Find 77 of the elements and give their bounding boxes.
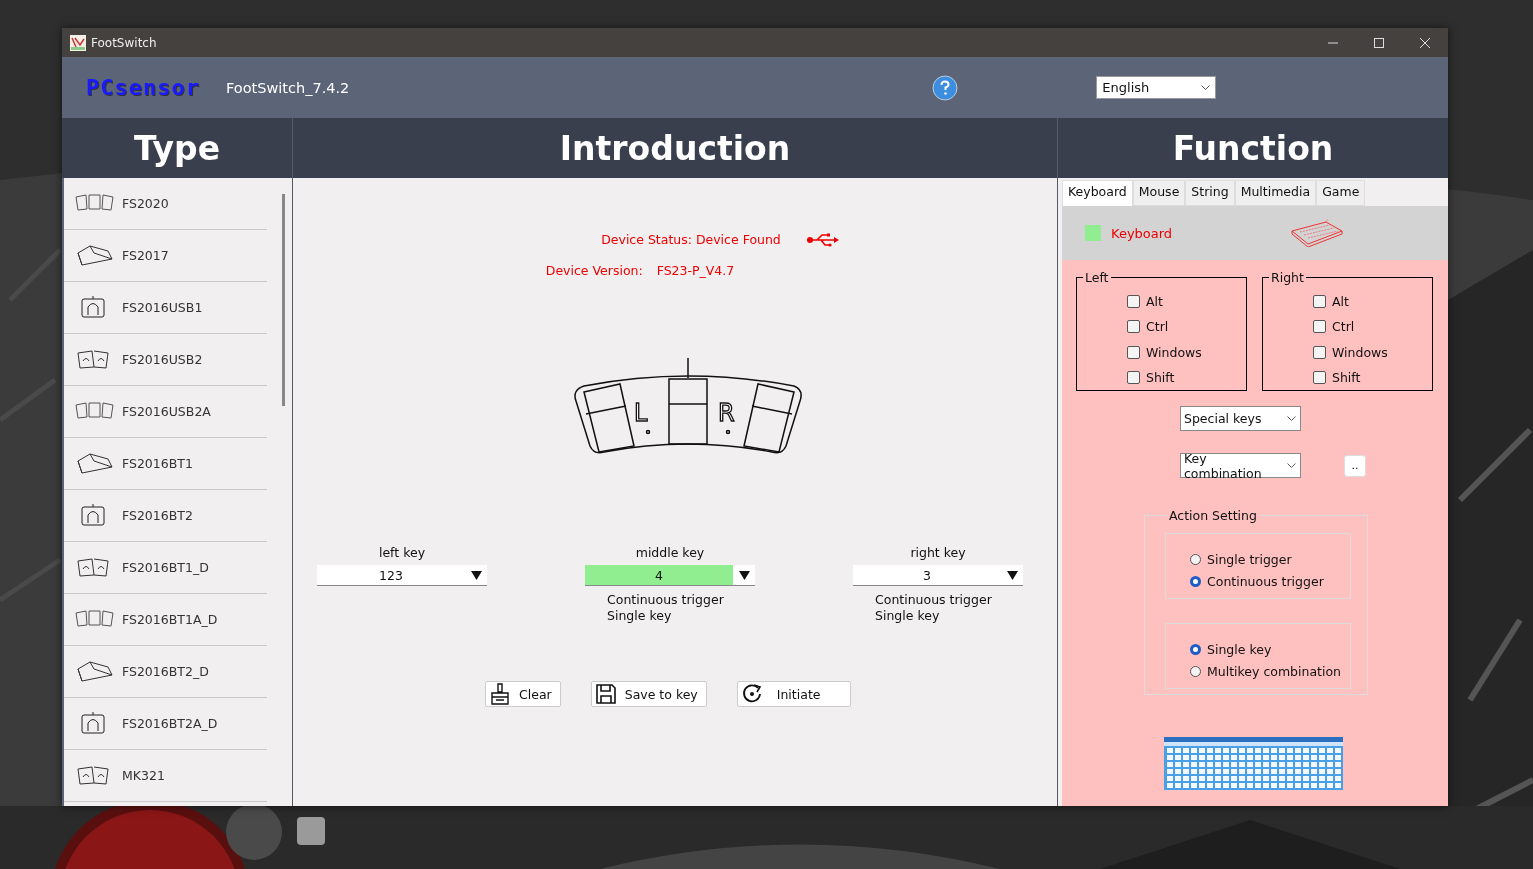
key-setting-text: Single key [875, 608, 941, 624]
refresh-icon [740, 683, 763, 705]
device-type-item[interactable]: FS2016BT1_D [64, 542, 267, 594]
checkbox[interactable]: Ctrl [1313, 314, 1432, 340]
key-setting-text: Continuous trigger [607, 592, 724, 608]
device-type-item[interactable]: FS2016USB2A [64, 386, 267, 438]
group-label: Left [1084, 270, 1110, 285]
initiate-button[interactable]: Initiate [736, 681, 851, 707]
key-label: left key [378, 545, 426, 560]
checkbox[interactable]: Shift [1313, 364, 1432, 390]
key-dropdown[interactable]: 3 [853, 565, 1023, 586]
device-status: Device Status: Device Found [601, 232, 781, 247]
device-type-item[interactable]: FS2017 [64, 230, 267, 282]
clear-button[interactable]: Clear [485, 681, 561, 707]
group-label: Right [1270, 270, 1305, 285]
tab[interactable]: String [1185, 180, 1235, 206]
checkbox[interactable]: Alt [1127, 289, 1246, 315]
device-type-item[interactable]: FS2016BT2 [64, 490, 267, 542]
version-label: Device Version: [545, 263, 643, 278]
help-icon[interactable] [932, 74, 959, 101]
device-type-item[interactable]: FS2016BT2A_D [64, 698, 267, 750]
panel-title: Keyboard [1111, 225, 1173, 241]
radio-button[interactable]: Multikey combination [1190, 660, 1350, 682]
chevron-icon [1287, 462, 1296, 469]
key-dropdown[interactable]: 4 [585, 565, 755, 586]
pedal-letter: R [718, 399, 735, 427]
save-button[interactable]: Save to key [590, 681, 707, 707]
app-icon [70, 34, 86, 51]
device-type-item[interactable]: FS2016BT1A_D [64, 594, 267, 646]
app-version: FootSwitch_7.4.2 [225, 79, 350, 96]
tab[interactable]: Keyboard [1062, 180, 1133, 206]
key-label: middle key [635, 545, 705, 560]
brush-icon [489, 683, 511, 705]
device-type-item[interactable]: FS2016BT2_D [64, 646, 267, 698]
radio-button[interactable]: Single trigger [1190, 548, 1350, 570]
logo: PCsensor [85, 75, 201, 100]
key-setting-text: Single key [607, 608, 673, 624]
window-title: FootSwitch [91, 35, 158, 50]
pedal-letter: L [634, 399, 648, 427]
column-title: Type [133, 128, 221, 168]
keyboard-icon [1290, 219, 1345, 247]
checkbox[interactable]: Windows [1127, 339, 1246, 365]
save-icon [594, 683, 617, 705]
checkbox[interactable]: Ctrl [1127, 314, 1246, 340]
special-keys-dropdown[interactable]: Special keys [1180, 406, 1301, 431]
key-setting-text: Continuous trigger [875, 592, 992, 608]
key-label: right key [910, 545, 966, 560]
checkbox[interactable]: Alt [1313, 289, 1432, 315]
group-label: Action Setting [1168, 508, 1258, 523]
column-title: Function [1172, 128, 1334, 168]
device-type-item[interactable]: FS2016USB1 [64, 282, 267, 334]
radio-button[interactable]: Single key [1190, 638, 1350, 660]
device-type-item[interactable]: MK321 [64, 750, 267, 802]
tab[interactable]: Mouse [1132, 180, 1186, 206]
status-square [1085, 225, 1101, 241]
tab[interactable]: Multimedia [1234, 180, 1317, 206]
key-dropdown[interactable]: 123 [317, 565, 487, 586]
scrollbar[interactable] [282, 194, 285, 406]
tab[interactable]: Game [1316, 180, 1366, 206]
language-dropdown[interactable]: English [1096, 76, 1217, 99]
device-version: FS23-P_V4.7 [656, 263, 735, 278]
on-screen-keyboard-icon[interactable] [1164, 737, 1343, 790]
checkbox[interactable]: Windows [1313, 339, 1432, 365]
column-title: Introduction [559, 128, 791, 168]
caret-icon [470, 570, 482, 580]
more-button[interactable]: .. [1344, 454, 1366, 477]
device-type-item[interactable]: FS2020 [64, 178, 267, 230]
device-type-item[interactable]: FS2016BT1 [64, 438, 267, 490]
chevron-icon [1287, 415, 1296, 422]
device-type-item[interactable]: FS2016USB2 [64, 334, 267, 386]
checkbox[interactable]: Shift [1127, 364, 1246, 390]
chevron-icon [1201, 84, 1211, 91]
caret-icon [1006, 570, 1018, 580]
usb-icon [806, 232, 839, 247]
radio-button[interactable]: Continuous trigger [1190, 570, 1350, 592]
key-combination-dropdown[interactable]: Key combination [1180, 453, 1301, 478]
caret-icon [738, 570, 750, 580]
